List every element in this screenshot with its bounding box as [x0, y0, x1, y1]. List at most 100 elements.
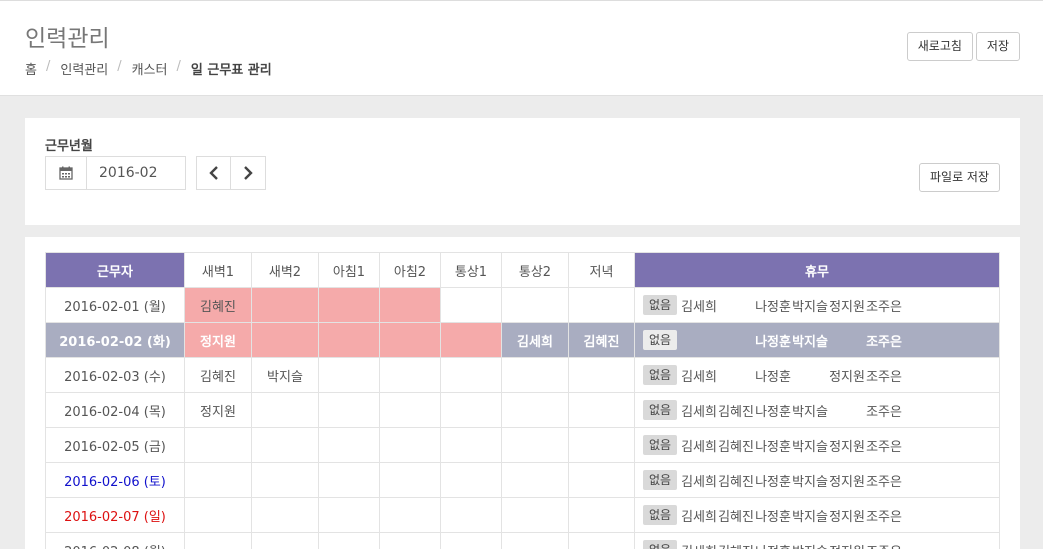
off-worker-name[interactable]: 나정훈 — [755, 366, 792, 385]
none-badge[interactable]: 없음 — [643, 295, 678, 315]
shift-cell[interactable] — [184, 427, 252, 463]
off-worker-name[interactable]: 김세희 — [681, 296, 718, 315]
shift-cell[interactable]: 정지원 — [184, 392, 252, 428]
shift-cell[interactable] — [251, 427, 319, 463]
off-worker-name[interactable]: 김세희 — [681, 366, 718, 385]
off-cell[interactable]: 없음김세희김혜진나정훈박지슬정지원조주은 — [634, 462, 1000, 498]
off-worker-name[interactable]: 나정훈 — [755, 471, 792, 490]
table-row[interactable]: 2016-02-05 (금) 없음 김세희김혜진나정훈박지슬정지원조주은 — [45, 427, 1000, 463]
off-cell[interactable]: 없음 김세희김혜진나정훈박지슬 조주은 — [634, 392, 1000, 428]
off-worker-name[interactable]: 박지슬 — [792, 541, 829, 549]
off-worker-name[interactable]: 나정훈 — [755, 436, 792, 455]
col-header-morning1[interactable]: 아침1 — [318, 252, 380, 288]
off-worker-name[interactable]: 김세희 — [681, 471, 718, 490]
shift-cell[interactable] — [379, 322, 441, 358]
shift-cell[interactable] — [568, 357, 635, 393]
shift-cell[interactable] — [184, 462, 252, 498]
off-worker-name[interactable]: 조주은 — [866, 471, 903, 490]
breadcrumb-caster[interactable]: 캐스터 — [132, 59, 168, 78]
off-worker-name[interactable]: 김세희 — [681, 401, 718, 420]
next-month-button[interactable] — [231, 156, 266, 190]
off-worker-name[interactable]: 정지원 — [829, 436, 866, 455]
shift-cell[interactable] — [318, 287, 380, 323]
row-date[interactable]: 2016-02-03 (수) — [45, 357, 185, 393]
breadcrumb-home[interactable]: 홈 — [25, 59, 37, 78]
shift-cell[interactable] — [501, 357, 569, 393]
off-worker-name[interactable]: 김세희 — [681, 541, 718, 549]
off-worker-name[interactable]: 조주은 — [866, 436, 903, 455]
shift-cell[interactable] — [568, 497, 635, 533]
shift-cell[interactable] — [440, 427, 502, 463]
row-date[interactable]: 2016-02-04 (목) — [45, 392, 185, 428]
table-row[interactable]: 2016-02-07 (일) 없음 김세희김혜진나정훈박지슬정지원조주은 — [45, 497, 1000, 533]
shift-cell[interactable] — [184, 532, 252, 549]
breadcrumb-hr[interactable]: 인력관리 — [60, 59, 108, 78]
off-cell[interactable]: 없음 나정훈박지슬 조주은 — [634, 322, 1000, 358]
shift-cell[interactable] — [501, 427, 569, 463]
off-cell[interactable]: 없음 김세희 나정훈 정지원조주은 — [634, 357, 1000, 393]
refresh-button[interactable]: 새로고침 — [906, 32, 973, 61]
shift-cell[interactable] — [440, 357, 502, 393]
col-header-dawn1[interactable]: 새벽1 — [184, 252, 252, 288]
shift-cell[interactable] — [251, 322, 319, 358]
off-worker-name[interactable]: 정지원 — [829, 506, 866, 525]
row-date[interactable]: 2016-02-07 (일) — [45, 497, 185, 533]
col-header-worker[interactable]: 근무자 — [45, 252, 185, 288]
shift-cell[interactable] — [318, 462, 380, 498]
off-worker-name[interactable]: 정지원 — [829, 296, 866, 315]
shift-cell[interactable] — [318, 322, 380, 358]
shift-cell[interactable]: 박지슬 — [251, 357, 319, 393]
shift-cell[interactable]: 김혜진 — [184, 357, 252, 393]
off-worker-name[interactable]: 조주은 — [866, 401, 903, 420]
shift-cell[interactable] — [379, 497, 441, 533]
shift-cell[interactable] — [251, 532, 319, 549]
off-worker-name[interactable]: 조주은 — [866, 506, 903, 525]
shift-cell[interactable] — [251, 287, 319, 323]
shift-cell[interactable] — [379, 392, 441, 428]
none-badge[interactable]: 없음 — [643, 540, 678, 549]
off-worker-name[interactable]: 나정훈 — [755, 331, 792, 350]
off-worker-name[interactable]: 조주은 — [866, 541, 903, 549]
shift-cell[interactable] — [318, 497, 380, 533]
prev-month-button[interactable] — [196, 156, 231, 190]
off-worker-name[interactable]: 박지슬 — [792, 506, 829, 525]
shift-cell[interactable]: 김혜진 — [184, 287, 252, 323]
shift-cell[interactable] — [440, 462, 502, 498]
off-worker-name[interactable]: 김혜진 — [718, 541, 755, 549]
off-worker-name[interactable]: 조주은 — [866, 331, 903, 350]
col-header-regular2[interactable]: 통상2 — [501, 252, 569, 288]
row-date[interactable]: 2016-02-02 (화) — [45, 322, 185, 358]
shift-cell[interactable]: 김혜진 — [568, 322, 635, 358]
none-badge[interactable]: 없음 — [643, 505, 678, 525]
off-cell[interactable]: 없음 김세희 나정훈박지슬정지원조주은 — [634, 287, 1000, 323]
off-cell[interactable]: 없음김세희김혜진나정훈박지슬정지원조주은 — [634, 427, 1000, 463]
col-header-dawn2[interactable]: 새벽2 — [251, 252, 319, 288]
none-badge[interactable]: 없음 — [643, 435, 678, 455]
row-date[interactable]: 2016-02-06 (토) — [45, 462, 185, 498]
shift-cell[interactable] — [251, 497, 319, 533]
table-row[interactable]: 2016-02-02 (화) 정지원 김세희 김혜진 없음 나정훈박지슬 조주은 — [45, 322, 1000, 358]
shift-cell[interactable] — [379, 287, 441, 323]
shift-cell[interactable]: 김세희 — [501, 322, 569, 358]
off-worker-name[interactable]: 김세희 — [681, 506, 718, 525]
shift-cell[interactable] — [501, 392, 569, 428]
month-input[interactable]: 2016-02 — [87, 156, 186, 190]
off-cell[interactable]: 없음김세희김혜진나정훈박지슬정지원조주은 — [634, 497, 1000, 533]
save-button[interactable]: 저장 — [975, 32, 1020, 61]
shift-cell[interactable] — [501, 497, 569, 533]
shift-cell[interactable] — [501, 462, 569, 498]
shift-cell[interactable] — [318, 357, 380, 393]
save-to-file-button[interactable]: 파일로 저장 — [918, 163, 1000, 192]
off-worker-name[interactable]: 김세희 — [681, 436, 718, 455]
shift-cell[interactable] — [379, 462, 441, 498]
off-worker-name[interactable]: 박지슬 — [792, 401, 829, 420]
shift-cell[interactable] — [251, 392, 319, 428]
table-row[interactable]: 2016-02-03 (수) 김혜진 박지슬 없음 김세희 나정훈 정지원조주은 — [45, 357, 1000, 393]
table-row[interactable]: 2016-02-01 (월) 김혜진 없음 김세희 나정훈박지슬정지원조주은 — [45, 287, 1000, 323]
off-worker-name[interactable]: 나정훈 — [755, 506, 792, 525]
shift-cell[interactable] — [440, 497, 502, 533]
shift-cell[interactable] — [568, 392, 635, 428]
off-worker-name[interactable]: 박지슬 — [792, 436, 829, 455]
off-worker-name[interactable]: 박지슬 — [792, 331, 829, 350]
off-cell[interactable]: 없음김세희김혜진나정훈박지슬정지원조주은 — [634, 532, 1000, 549]
